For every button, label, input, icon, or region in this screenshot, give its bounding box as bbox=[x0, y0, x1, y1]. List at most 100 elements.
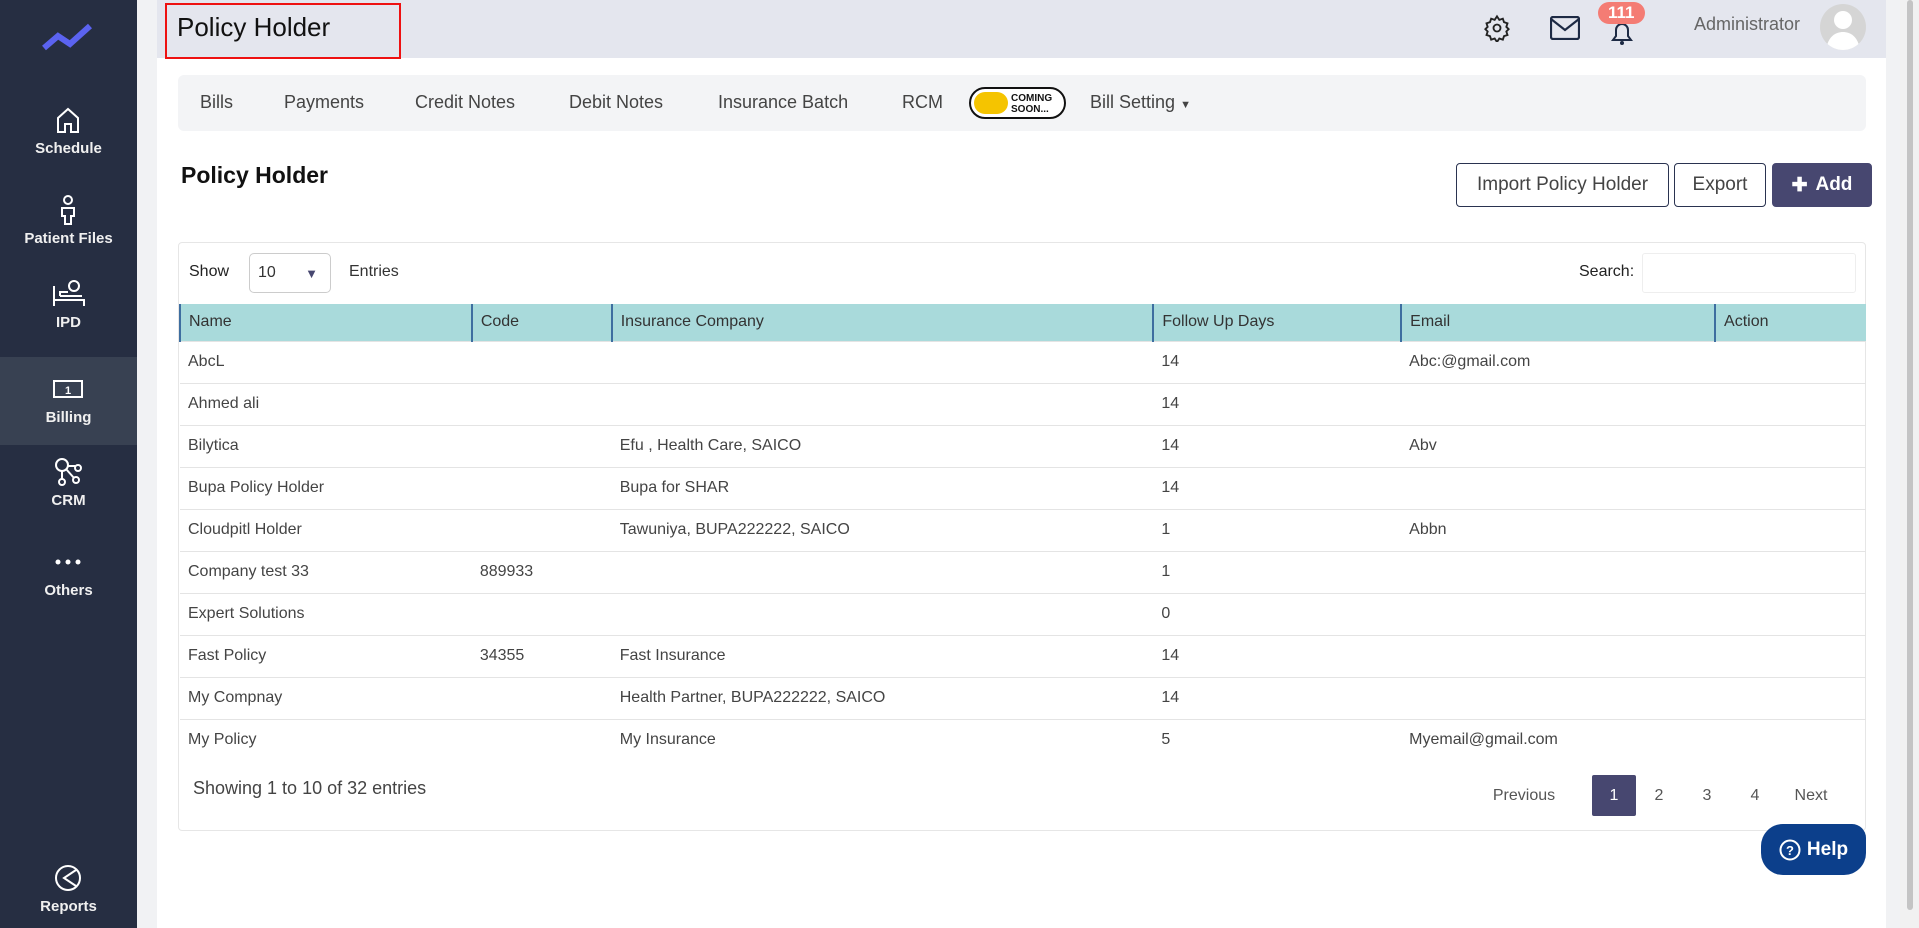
question-circle-icon: ? bbox=[1779, 839, 1801, 860]
table-row[interactable]: Expert Solutions 0 bbox=[180, 592, 1866, 635]
table-cell: My Compnay bbox=[180, 676, 472, 719]
tab-debit-notes[interactable]: Debit Notes bbox=[569, 92, 663, 113]
avatar[interactable] bbox=[1820, 4, 1866, 50]
table-row[interactable]: Bilytica Efu , Health Care, SAICO 14 Abv bbox=[180, 424, 1866, 467]
table-row[interactable]: My Policy My Insurance 5 Myemail@gmail.com bbox=[180, 718, 1866, 761]
table-cell: Bupa for SHAR bbox=[611, 466, 1154, 509]
table-cell bbox=[1715, 718, 1866, 761]
notification-badge: 111 bbox=[1598, 2, 1645, 24]
table-cell: 14 bbox=[1153, 634, 1402, 677]
table-cell: Ahmed ali bbox=[180, 382, 472, 425]
pagination-page-3[interactable]: 3 bbox=[1687, 775, 1727, 816]
column-header[interactable]: Action bbox=[1714, 304, 1866, 341]
column-header[interactable]: Insurance Company bbox=[610, 304, 1154, 341]
entries-select[interactable]: 10 ▼ bbox=[249, 253, 331, 293]
table-cell bbox=[1401, 550, 1716, 593]
table-cell bbox=[1401, 676, 1716, 719]
svg-text:?: ? bbox=[1786, 843, 1794, 858]
table-cell: AbcL bbox=[180, 340, 472, 383]
more-dots-icon bbox=[55, 559, 81, 565]
sidebar-item-schedule[interactable]: Schedule bbox=[0, 104, 137, 157]
pagination-page-4[interactable]: 4 bbox=[1735, 775, 1775, 816]
megaphone-icon bbox=[974, 92, 1008, 114]
crm-network-icon bbox=[55, 458, 82, 486]
table-cell: Fast Insurance bbox=[611, 634, 1154, 677]
tab-payments[interactable]: Payments bbox=[284, 92, 364, 113]
pagination-page-1[interactable]: 1 bbox=[1592, 775, 1636, 816]
tab-rcm[interactable]: RCM bbox=[902, 92, 943, 113]
table-cell: Cloudpitl Holder bbox=[180, 508, 472, 551]
policy-holder-table-panel: Show 10 ▼ Entries Search: Name Code Insuran… bbox=[178, 242, 1866, 831]
tab-insurance-batch[interactable]: Insurance Batch bbox=[718, 92, 848, 113]
tab-credit-notes[interactable]: Credit Notes bbox=[415, 92, 515, 113]
coming-soon-badge: COMING SOON... bbox=[969, 87, 1066, 119]
table-cell: Abc:@gmail.com bbox=[1401, 340, 1716, 383]
home-icon bbox=[57, 107, 79, 133]
table-row[interactable]: AbcL 14 Abc:@gmail.com bbox=[180, 340, 1866, 383]
table-cell bbox=[1401, 466, 1716, 509]
table-row[interactable]: Fast Policy 34355 Fast Insurance 14 bbox=[180, 634, 1866, 677]
help-button[interactable]: ? Help bbox=[1761, 824, 1866, 875]
table-row[interactable]: Ahmed ali 14 bbox=[180, 382, 1866, 425]
table-cell: 34355 bbox=[471, 634, 612, 677]
export-button[interactable]: Export bbox=[1674, 163, 1766, 207]
sidebar-item-ipd[interactable]: IPD bbox=[0, 278, 137, 331]
add-button[interactable]: ✚ Add bbox=[1772, 163, 1872, 207]
pagination-page-2[interactable]: 2 bbox=[1639, 775, 1679, 816]
table-cell bbox=[1715, 634, 1866, 677]
main-panel: Policy Holder 111 Administrator Bills Pa… bbox=[157, 0, 1886, 928]
table-cell bbox=[471, 382, 612, 425]
table-cell: My Insurance bbox=[611, 718, 1154, 761]
column-header[interactable]: Code bbox=[470, 304, 612, 341]
table-cell: 14 bbox=[1153, 676, 1402, 719]
table-cell: 14 bbox=[1153, 382, 1402, 425]
table-cell bbox=[1715, 676, 1866, 719]
hospital-bed-icon bbox=[53, 280, 85, 306]
table-cell bbox=[1715, 340, 1866, 383]
table-cell bbox=[471, 676, 612, 719]
caret-down-icon: ▼ bbox=[1180, 99, 1191, 111]
page-scrollbar[interactable] bbox=[1900, 0, 1919, 928]
logo-icon bbox=[42, 23, 92, 51]
table-cell: Myemail@gmail.com bbox=[1401, 718, 1716, 761]
pagination-previous[interactable]: Previous bbox=[1484, 775, 1564, 816]
search-input[interactable] bbox=[1642, 253, 1856, 293]
sidebar-item-crm[interactable]: CRM bbox=[0, 456, 137, 509]
table-row[interactable]: Company test 33 889933 1 bbox=[180, 550, 1866, 593]
tab-bills[interactable]: Bills bbox=[200, 92, 233, 113]
svg-text:1: 1 bbox=[65, 385, 71, 397]
table-cell: My Policy bbox=[180, 718, 472, 761]
import-policy-holder-button[interactable]: Import Policy Holder bbox=[1456, 163, 1669, 207]
column-header[interactable]: Follow Up Days bbox=[1152, 304, 1402, 341]
gear-icon[interactable] bbox=[1483, 14, 1511, 42]
table-cell bbox=[471, 592, 612, 635]
sidebar-item-reports[interactable]: Reports bbox=[0, 862, 137, 915]
table-cell bbox=[471, 466, 612, 509]
scrollbar-thumb[interactable] bbox=[1907, 0, 1913, 910]
sidebar-item-billing[interactable]: 1 Billing bbox=[0, 357, 137, 445]
table-cell bbox=[1715, 424, 1866, 467]
table-cell: Bupa Policy Holder bbox=[180, 466, 472, 509]
user-name[interactable]: Administrator bbox=[1694, 14, 1800, 35]
billing-tabs: Bills Payments Credit Notes Debit Notes … bbox=[178, 75, 1866, 131]
pagination-next[interactable]: Next bbox=[1783, 775, 1839, 816]
column-header[interactable]: Email bbox=[1400, 304, 1716, 341]
column-header[interactable]: Name bbox=[179, 304, 472, 341]
section-title: Policy Holder bbox=[181, 162, 328, 188]
sidebar-item-others[interactable]: Others bbox=[0, 546, 137, 599]
table-cell bbox=[1715, 508, 1866, 551]
tab-bill-setting[interactable]: Bill Setting ▼ bbox=[1090, 92, 1191, 113]
table-row[interactable]: Cloudpitl Holder Tawuniya, BUPA222222, SA… bbox=[180, 508, 1866, 551]
user-silhouette-icon bbox=[1826, 11, 1860, 50]
table-cell: 14 bbox=[1153, 466, 1402, 509]
caret-down-icon: ▼ bbox=[305, 266, 318, 281]
table-cell bbox=[611, 340, 1154, 383]
policy-holder-table: Name Code Insurance Company Follow Up Days E… bbox=[179, 304, 1866, 761]
table-cell: Abv bbox=[1401, 424, 1716, 467]
mail-icon[interactable] bbox=[1550, 16, 1580, 40]
table-row[interactable]: My Compnay Health Partner, BUPA222222, SA… bbox=[180, 676, 1866, 719]
money-icon: 1 bbox=[53, 380, 83, 398]
table-row[interactable]: Bupa Policy Holder Bupa for SHAR 14 bbox=[180, 466, 1866, 509]
sidebar: Schedule Patient Files IPD 1 Billing CRM … bbox=[0, 0, 137, 928]
sidebar-item-patient-files[interactable]: Patient Files bbox=[0, 194, 137, 247]
